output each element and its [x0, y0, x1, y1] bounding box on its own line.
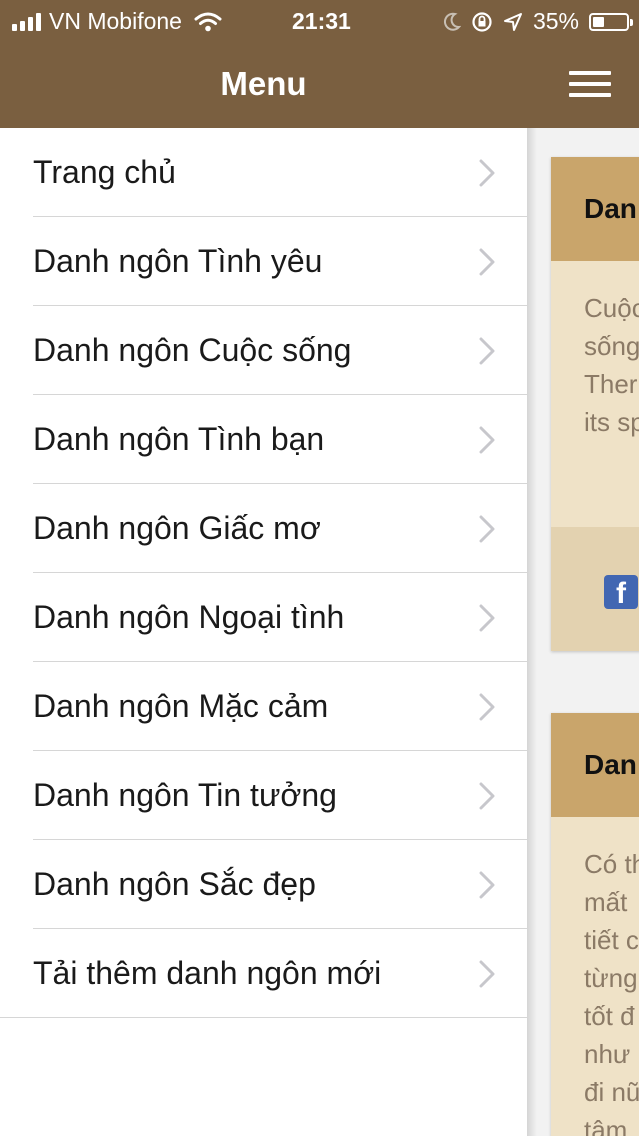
signal-icon — [12, 12, 41, 31]
menu-item-label: Danh ngôn Tin tưởng — [33, 777, 337, 813]
menu-item-label: Danh ngôn Giấc mơ — [33, 510, 321, 546]
quote-line: đi nũ — [584, 1077, 639, 1107]
quote-card-title: Dan — [551, 713, 639, 817]
quote-line: tốt đ — [584, 1001, 635, 1031]
menu-item-label: Danh ngôn Mặc cảm — [33, 688, 329, 724]
chevron-right-icon — [479, 871, 495, 899]
menu-item-cuoc-song[interactable]: Danh ngôn Cuộc sống — [0, 306, 527, 395]
clock: 21:31 — [292, 8, 351, 34]
moon-icon — [443, 12, 461, 31]
menu-item-tinh-ban[interactable]: Danh ngôn Tình bạn — [0, 395, 527, 484]
chevron-right-icon — [479, 248, 495, 276]
quote-card[interactable]: Dan Có th mất tiết c từng tốt đ như đi n… — [551, 713, 639, 1136]
chevron-right-icon — [479, 960, 495, 988]
menu-item-label: Trang chủ — [33, 154, 176, 190]
menu-title: Menu — [0, 40, 527, 128]
chevron-right-icon — [479, 604, 495, 632]
quote-line: từng — [584, 963, 638, 993]
location-arrow-icon — [503, 12, 522, 31]
menu-item-trang-chu[interactable]: Trang chủ — [0, 128, 527, 217]
quote-line: sống — [584, 331, 639, 361]
menu-item-tin-tuong[interactable]: Danh ngôn Tin tưởng — [0, 751, 527, 840]
menu-item-label: Danh ngôn Ngoại tình — [33, 599, 345, 635]
quote-card[interactable]: Dan Cuộc sống Ther its sp f — [551, 157, 639, 651]
menu-item-label: Danh ngôn Cuộc sống — [33, 332, 352, 368]
status-bar-right: 35% — [443, 8, 633, 35]
wifi-icon — [194, 12, 222, 31]
quote-line: Cuộc — [584, 293, 639, 323]
quote-card-body: Có th mất tiết c từng tốt đ như đi nũ tâ… — [551, 817, 639, 1136]
quote-line: its sp — [584, 407, 639, 437]
chevron-right-icon — [479, 515, 495, 543]
quote-card-body: Cuộc sống Ther its sp — [551, 261, 639, 441]
quote-line: Có th — [584, 849, 639, 879]
chevron-right-icon — [479, 693, 495, 721]
battery-icon — [589, 12, 633, 31]
chevron-right-icon — [479, 782, 495, 810]
navigation-drawer: Menu Trang chủ Danh ngôn Tình yêu Danh n… — [0, 0, 527, 1136]
quote-line: mất — [584, 887, 628, 917]
quote-card-title: Dan — [551, 157, 639, 261]
menu-item-mac-cam[interactable]: Danh ngôn Mặc cảm — [0, 662, 527, 751]
battery-percent: 35% — [532, 8, 579, 34]
menu-item-tinh-yeu[interactable]: Danh ngôn Tình yêu — [0, 217, 527, 306]
quote-card-footer: f — [551, 527, 639, 651]
menu-shadow — [527, 128, 537, 1136]
menu-item-sac-dep[interactable]: Danh ngôn Sắc đẹp — [0, 840, 527, 929]
quote-line: Ther — [584, 369, 638, 399]
hamburger-menu-icon[interactable] — [569, 71, 611, 97]
chevron-right-icon — [479, 426, 495, 454]
menu-item-label: Danh ngôn Tình bạn — [33, 421, 325, 457]
menu-list: Trang chủ Danh ngôn Tình yêu Danh ngôn C… — [0, 128, 527, 1018]
main-content: Dan Cuộc sống Ther its sp f Dan Có th mấ… — [527, 0, 639, 1136]
menu-item-giac-mo[interactable]: Danh ngôn Giấc mơ — [0, 484, 527, 573]
carrier-name: VN Mobifone — [49, 8, 182, 34]
status-bar: VN Mobifone 21:31 35% — [0, 0, 639, 40]
menu-item-label: Tải thêm danh ngôn mới — [33, 955, 382, 991]
quote-line: tiết c — [584, 925, 639, 955]
chevron-right-icon — [479, 159, 495, 187]
facebook-icon[interactable]: f — [604, 575, 638, 609]
orientation-lock-icon — [472, 11, 492, 32]
menu-item-label: Danh ngôn Tình yêu — [33, 243, 323, 279]
menu-item-ngoai-tinh[interactable]: Danh ngôn Ngoại tình — [0, 573, 527, 662]
divider — [0, 1017, 527, 1018]
quote-line: như — [584, 1039, 631, 1069]
chevron-right-icon — [479, 337, 495, 365]
quote-line: tâm — [584, 1115, 628, 1136]
status-bar-left: VN Mobifone — [12, 8, 222, 35]
menu-item-tai-them[interactable]: Tải thêm danh ngôn mới — [0, 929, 527, 1018]
menu-item-label: Danh ngôn Sắc đẹp — [33, 866, 316, 902]
